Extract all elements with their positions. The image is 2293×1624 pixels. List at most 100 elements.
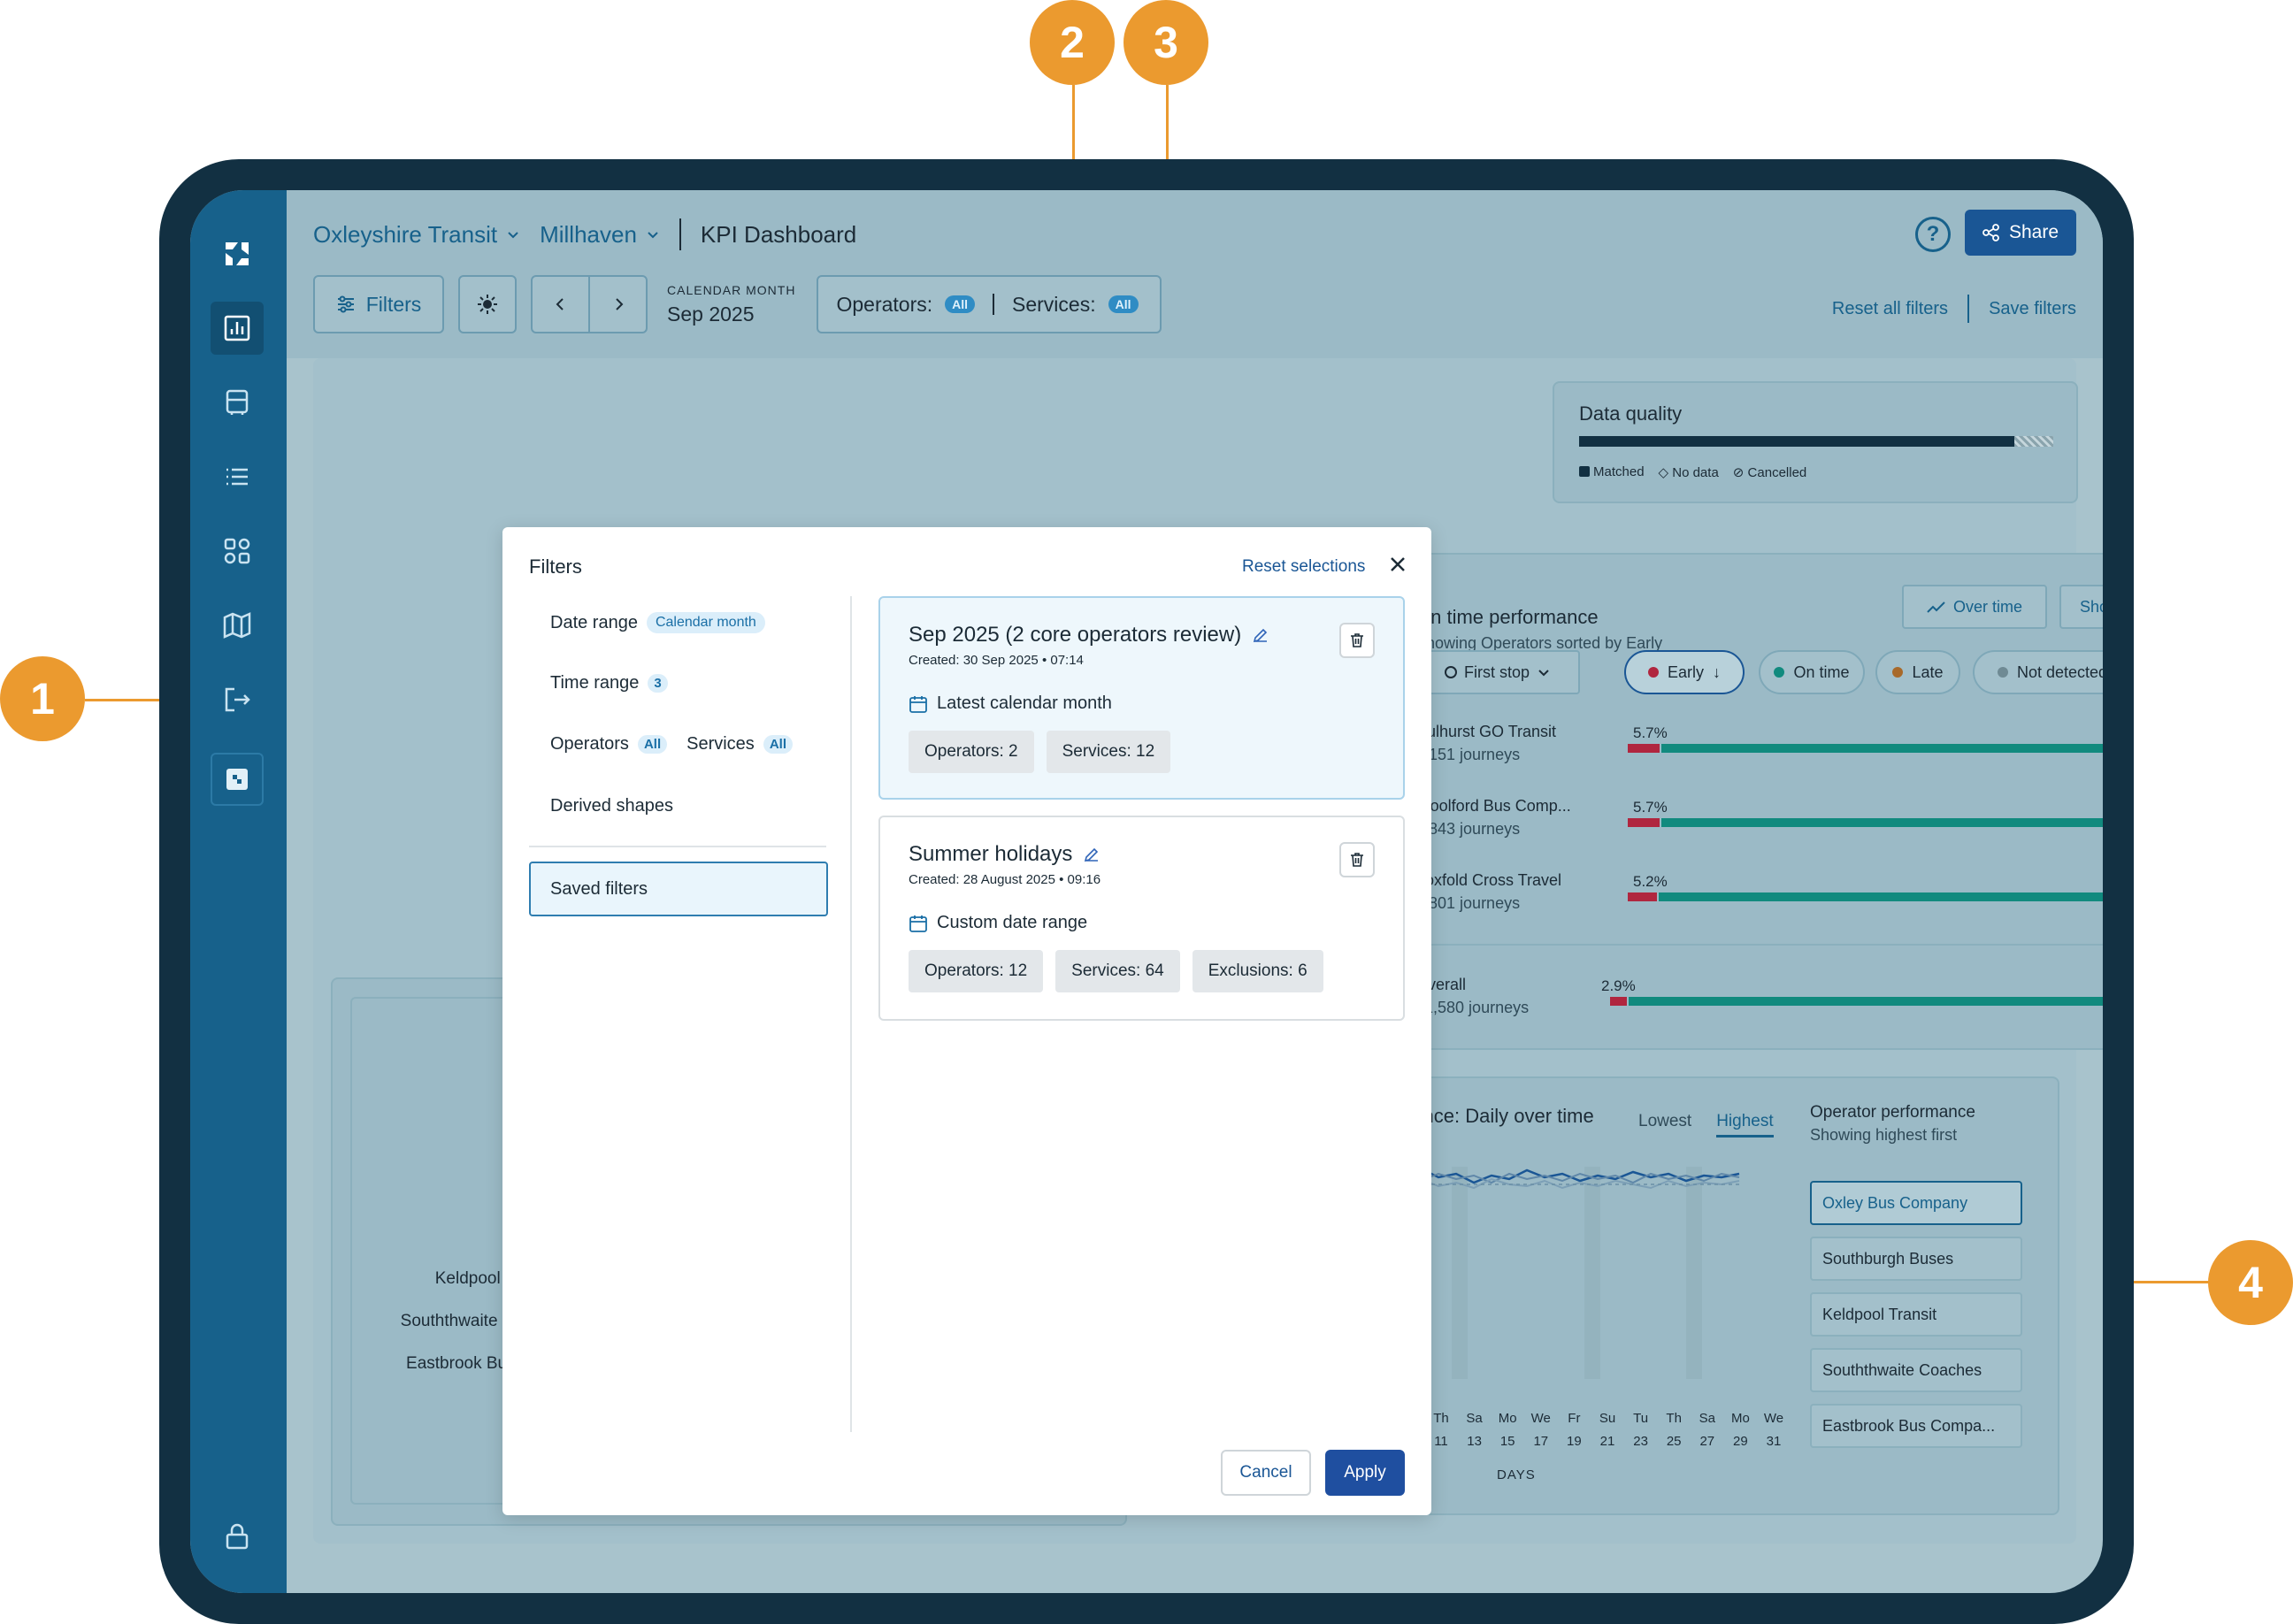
org-selector[interactable]: Oxleyshire Transit <box>313 221 520 249</box>
x-tick-date: 23 <box>1633 1434 1648 1449</box>
show-all-button[interactable]: Show all <box>2059 585 2103 629</box>
data-quality-legend: Matched ◇ No data ⊘ Cancelled <box>1579 464 1806 480</box>
legend-matched: Matched <box>1579 464 1645 480</box>
area-selector[interactable]: Millhaven <box>540 221 660 249</box>
delete-saved-filter-button[interactable] <box>1339 623 1375 658</box>
saved-filter-created: Created: 30 Sep 2025 • 07:14 <box>909 653 1084 668</box>
filter-option-date-range[interactable]: Date range Calendar month <box>550 612 765 633</box>
page-title: KPI Dashboard <box>700 220 857 248</box>
performance-item[interactable]: Oxley Bus Company <box>1810 1181 2022 1225</box>
saved-filter-name: Summer holidays <box>909 842 1100 867</box>
sort-arrow-icon: ↓ <box>1713 663 1721 681</box>
operators-services-filter[interactable]: Operators: All Services: All <box>817 275 1162 333</box>
sidebar-item-list[interactable] <box>211 450 264 503</box>
saved-filter-created: Created: 28 August 2025 • 09:16 <box>909 872 1101 887</box>
filter-option-operators-services[interactable]: Operators All Services All <box>550 734 793 755</box>
sidebar-item-map[interactable] <box>211 599 264 652</box>
save-filters-link[interactable]: Save filters <box>1989 299 2076 319</box>
operator-performance-bar <box>1628 892 2103 901</box>
sidebar-item-vehicles[interactable] <box>211 376 264 429</box>
share-button[interactable]: Share <box>1965 210 2076 256</box>
saved-filter-title: Summer holidays <box>909 842 1073 866</box>
operator-performance-bar <box>1610 997 2103 1006</box>
saved-filter-card[interactable]: Sep 2025 (2 core operators review) Creat… <box>878 596 1405 800</box>
operator-journeys: 61,580 journeys <box>1415 999 1530 1016</box>
status-pill-early[interactable]: Early ↓ <box>1624 650 1745 694</box>
over-time-label: Over time <box>1952 597 2022 616</box>
x-tick-date: 25 <box>1666 1434 1682 1449</box>
filters-button[interactable]: Filters <box>313 275 444 333</box>
delete-saved-filter-button[interactable] <box>1339 842 1375 877</box>
over-time-button[interactable]: Over time <box>1902 585 2047 629</box>
saved-filters-item[interactable]: Saved filters <box>529 862 828 916</box>
callout-badge-2: 2 <box>1030 0 1115 85</box>
calendar-value: Sep 2025 <box>667 302 755 326</box>
chevron-down-icon <box>508 232 518 239</box>
time-range-label: Time range <box>550 673 640 693</box>
cancel-button[interactable]: Cancel <box>1221 1450 1311 1496</box>
trash-icon <box>1351 853 1363 867</box>
saved-filter-card[interactable]: Summer holidays Created: 28 August 2025 … <box>878 816 1405 1021</box>
operator-performance-bar <box>1628 744 2103 753</box>
circle-icon <box>1444 666 1457 678</box>
legend-cancelled-label: Cancelled <box>1747 465 1807 480</box>
calendar-icon <box>909 695 927 713</box>
sidebar-item-lock[interactable] <box>211 1510 264 1563</box>
map-icon <box>223 612 251 639</box>
sidebar-item-export[interactable] <box>211 673 264 726</box>
tab-highest[interactable]: Highest <box>1716 1112 1774 1138</box>
performance-item[interactable]: Southburgh Buses <box>1810 1237 2022 1281</box>
apply-button[interactable]: Apply <box>1325 1450 1405 1496</box>
x-tick-date: 15 <box>1499 1434 1515 1449</box>
overall-divider <box>1415 944 2103 946</box>
calendar-period[interactable]: CALENDAR MONTH Sep 2025 <box>667 283 795 326</box>
status-pill-on-time[interactable]: On time <box>1759 650 1865 694</box>
x-tick-day: Mo <box>1730 1411 1750 1426</box>
edit-pencil-icon[interactable] <box>1083 846 1100 863</box>
edit-pencil-icon[interactable] <box>1252 626 1269 644</box>
saved-filter-range-label: Custom date range <box>937 913 1088 932</box>
sidebar-item-apps[interactable] <box>211 525 264 578</box>
tab-lowest[interactable]: Lowest <box>1638 1112 1691 1138</box>
performance-item[interactable]: Souththwaite Coaches <box>1810 1348 2022 1392</box>
status-pill-not-detected[interactable]: Not detected <box>1973 650 2103 694</box>
saved-filter-tags: Operators: 2 Services: 12 <box>909 731 1171 773</box>
status-pill-late[interactable]: Late <box>1875 650 1960 694</box>
close-icon[interactable] <box>1387 554 1408 575</box>
bar-chart-icon <box>224 315 250 341</box>
help-button[interactable]: ? <box>1915 217 1951 252</box>
period-nav <box>531 275 648 333</box>
saved-filter-title: Sep 2025 (2 core operators review) <box>909 623 1242 647</box>
x-tick-day: We <box>1763 1411 1784 1426</box>
app-logo-icon[interactable] <box>211 227 264 280</box>
apps-icon <box>224 538 250 564</box>
services-option-badge: All <box>763 735 793 754</box>
operators-option-label: Operators <box>550 734 629 754</box>
performance-item[interactable]: Eastbrook Bus Compa... <box>1810 1404 2022 1448</box>
status-dot <box>1774 667 1785 678</box>
filter-tag: Services: 64 <box>1055 950 1180 992</box>
performance-item[interactable]: Keldpool Transit <box>1810 1292 2022 1337</box>
no-data-segment <box>2014 436 2053 447</box>
reset-selections-link[interactable]: Reset selections <box>1242 557 1365 577</box>
early-segment <box>1628 744 1660 753</box>
filter-option-derived-shapes[interactable]: Derived shapes <box>550 796 673 816</box>
x-tick-date: 31 <box>1766 1434 1782 1449</box>
on-time-segment <box>1661 744 2103 753</box>
options-divider <box>529 846 826 847</box>
previous-period-button[interactable] <box>533 277 590 332</box>
theme-toggle-button[interactable] <box>458 275 517 333</box>
operator-name: Dulhurst GO Transit <box>1415 723 1557 740</box>
export-icon <box>225 687 250 712</box>
services-badge: All <box>1108 295 1139 313</box>
filter-tag: Operators: 2 <box>909 731 1034 773</box>
next-period-button[interactable] <box>590 277 646 332</box>
reset-all-filters-link[interactable]: Reset all filters <box>1832 299 1948 319</box>
status-pill-label: Late <box>1912 663 1944 681</box>
bus-icon <box>226 389 249 415</box>
stop-select[interactable]: First stop <box>1415 650 1580 694</box>
divider <box>1967 295 1970 323</box>
sidebar-item-dashboard[interactable] <box>211 302 264 355</box>
filter-option-time-range[interactable]: Time range 3 <box>550 673 668 693</box>
sidebar-item-widget[interactable] <box>211 753 264 806</box>
